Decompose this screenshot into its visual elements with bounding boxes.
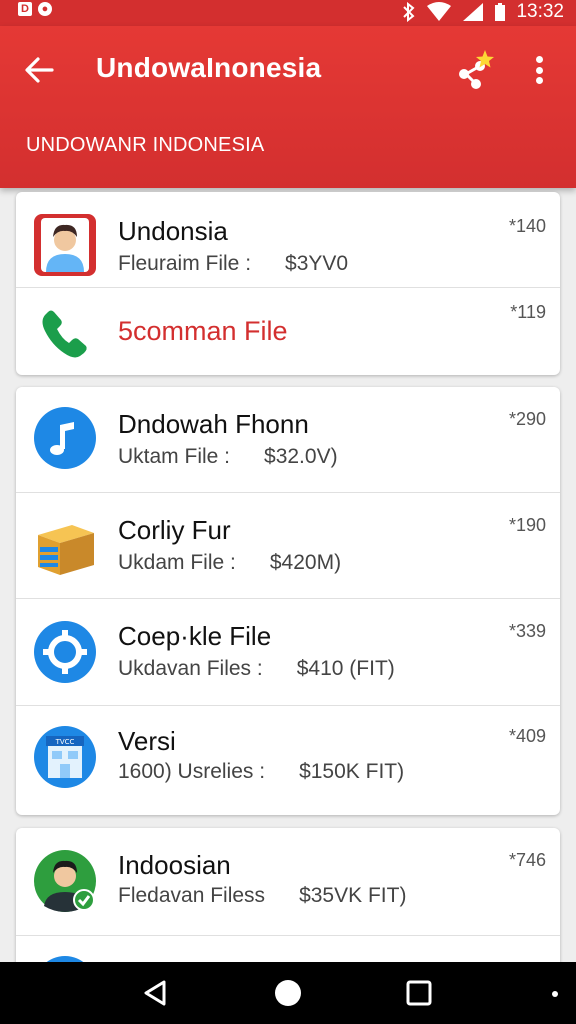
file-card-2: Dndowah Fhonn Uktam File : $32.0V) *290 C… [16, 387, 560, 815]
phone-icon [42, 310, 87, 358]
file-card-1: Undonsia Fleuraim File : $3YV0 *140 5comm… [16, 192, 560, 375]
item-price: *119 [510, 302, 546, 322]
settings-gear-icon [34, 621, 96, 683]
item-sub-label: Fleuraim File : [118, 252, 252, 275]
arrow-back-icon [25, 57, 54, 83]
item-title: Dndowah Fhonn [118, 409, 309, 439]
svg-text:TVCC: TVCC [55, 738, 75, 746]
item-title: Indoosian [118, 850, 231, 880]
wifi-icon [427, 2, 452, 21]
item-sub-label: Ukdavan Files : [118, 657, 263, 680]
more-dot-icon [535, 66, 543, 74]
item-price: *409 [508, 726, 546, 746]
file-card-3: Indoosian Fledavan Filess $35VK FIT) *746 [16, 828, 560, 978]
item-sub-value: $150K FIT) [299, 760, 405, 783]
battery-icon [495, 3, 506, 21]
nav-menu-dot[interactable] [552, 991, 558, 997]
item-sub-value: $410 (FIT) [296, 657, 395, 680]
share-button[interactable] [454, 48, 498, 92]
item-subtitle: Fleuraim File : $3YV0 [118, 252, 348, 276]
system-nav-bar [0, 962, 576, 1024]
nav-home-icon[interactable] [273, 978, 303, 1008]
item-sub-label: 1600) Usrelies : [118, 760, 266, 783]
item-sub-label: Ukdam File : [118, 551, 236, 574]
page-subtitle: UNDOWANR INDONESIA [26, 134, 265, 156]
system-status: 13:32 [402, 1, 564, 23]
item-subtitle: Ukdavan Files : $410 (FIT) [118, 657, 395, 681]
item-subtitle: Fledavan Filess $35VK FIT) [118, 884, 406, 908]
music-note-icon [34, 407, 96, 469]
more-dot-icon [535, 77, 543, 84]
list-item[interactable]: Indoosian Fledavan Filess $35VK FIT) *746 [16, 828, 560, 936]
status-time: 13:32 [516, 1, 564, 22]
item-price: *190 [508, 515, 546, 535]
item-title: 5comman File [118, 316, 288, 346]
item-title: Versi [118, 726, 176, 756]
item-title: Undonsia [118, 216, 228, 246]
item-price: *746 [508, 850, 546, 870]
notification-icons: D ● [18, 2, 52, 16]
app-bar: UndowaInonesia UNDOWANR INDONESIA [0, 26, 576, 188]
nav-recents-icon[interactable] [404, 978, 434, 1008]
share-star-icon [459, 50, 494, 89]
item-price: *140 [508, 216, 546, 236]
item-title: Corliy Fur [118, 515, 231, 545]
more-dot-icon [535, 56, 543, 63]
package-box-icon [38, 525, 94, 575]
item-title: Coep·kle File [118, 621, 272, 651]
list-item[interactable]: Corliy Fur Ukdam File : $420M) *190 [16, 493, 560, 599]
page-title: UndowaInonesia [96, 52, 322, 83]
item-sub-value: $35VK FIT) [299, 884, 407, 907]
item-price: *339 [508, 621, 546, 641]
item-sub-value: $3YV0 [285, 252, 349, 275]
list-item[interactable]: Undonsia Fleuraim File : $3YV0 *140 [16, 192, 560, 288]
overflow-menu-button[interactable] [526, 52, 552, 88]
item-subtitle: 1600) Usrelies : $150K FIT) [118, 760, 404, 784]
item-sub-value: $32.0V) [264, 445, 338, 468]
person-avatar-icon [34, 214, 96, 276]
item-sub-label: Uktam File : [118, 445, 231, 468]
list-item[interactable]: Dndowah Fhonn Uktam File : $32.0V) *290 [16, 387, 560, 493]
item-price: *290 [508, 409, 546, 429]
list-item[interactable]: 5comman File *119 [16, 288, 560, 375]
verified-user-avatar-icon [34, 850, 96, 912]
item-sub-value: $420M) [269, 551, 342, 574]
item-subtitle: Uktam File : $32.0V) [118, 445, 338, 469]
app-notification-icon-2: ● [38, 2, 52, 16]
list-item[interactable]: TVCC Versi 1600) Usrelies : $150K FIT) *4… [16, 706, 560, 815]
store-building-icon: TVCC [34, 726, 96, 788]
app-notification-icon: D [18, 2, 32, 16]
item-sub-label: Fledavan Filess [118, 884, 266, 907]
nav-back-icon[interactable] [140, 978, 170, 1008]
status-bar: D ● 13:32 [0, 0, 576, 26]
bluetooth-icon [403, 2, 415, 22]
item-subtitle: Ukdam File : $420M) [118, 551, 341, 575]
back-button[interactable] [22, 52, 58, 88]
signal-icon [463, 3, 484, 21]
list-item[interactable]: Coep·kle File Ukdavan Files : $410 (FIT) … [16, 599, 560, 706]
